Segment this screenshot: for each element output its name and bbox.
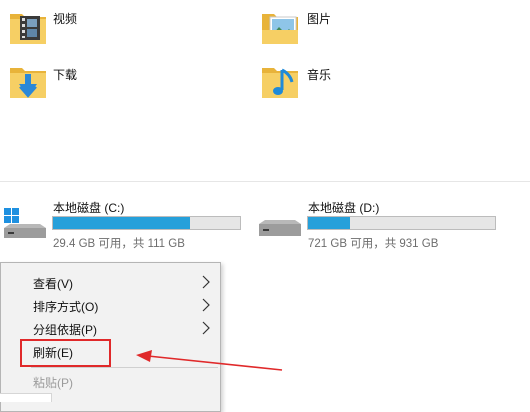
section-divider — [0, 181, 530, 182]
chevron-right-icon — [202, 298, 210, 312]
refresh-highlight-box — [20, 339, 111, 367]
drive-c-usage-fill — [53, 217, 191, 229]
context-menu: 查看(V) 排序方式(O) 分组依据(P) 刷新(E) 粘贴(P) — [0, 262, 221, 412]
windows-drive-icon — [4, 208, 46, 238]
drive-d-usage-fill — [308, 217, 351, 229]
drive-c[interactable]: 本地磁盘 (C:) 29.4 GB 可用，共 111 GB — [0, 194, 250, 250]
drive-d-usage-bar — [307, 216, 496, 230]
folder-pictures[interactable]: 图片 — [262, 6, 462, 50]
video-folder-icon — [10, 14, 46, 44]
chevron-right-icon — [202, 321, 210, 335]
pictures-folder-icon — [262, 14, 298, 44]
hard-drive-icon — [259, 220, 301, 236]
menu-item-view[interactable]: 查看(V) — [3, 271, 218, 293]
menu-item-sort[interactable]: 排序方式(O) — [3, 294, 218, 316]
folder-label-downloads: 下载 — [53, 68, 78, 82]
menu-item-group-by[interactable]: 分组依据(P) — [3, 317, 218, 339]
folder-video[interactable]: 视频 — [8, 6, 208, 50]
menu-item-view-label: 查看(V) — [33, 277, 73, 291]
annotation-arrow-icon — [136, 350, 283, 371]
drive-d-space: 721 GB 可用，共 931 GB — [308, 238, 439, 250]
music-folder-icon — [262, 68, 298, 98]
drive-c-name: 本地磁盘 (C:) — [53, 201, 125, 215]
folder-music[interactable]: 音乐 — [262, 60, 462, 104]
drive-d[interactable]: 本地磁盘 (D:) 721 GB 可用，共 931 GB — [255, 194, 505, 250]
drive-d-name: 本地磁盘 (D:) — [308, 201, 380, 215]
status-strip — [0, 393, 52, 402]
folder-label-video: 视频 — [53, 12, 78, 26]
menu-item-sort-label: 排序方式(O) — [33, 300, 99, 314]
downloads-folder-icon — [10, 68, 46, 98]
folder-label-music: 音乐 — [307, 68, 332, 82]
chevron-right-icon — [202, 275, 210, 289]
folder-label-pictures: 图片 — [307, 12, 332, 26]
drive-c-usage-bar — [52, 216, 241, 230]
menu-item-paste-label: 粘贴(P) — [33, 376, 73, 390]
drive-c-space: 29.4 GB 可用，共 111 GB — [53, 238, 185, 250]
folder-downloads[interactable]: 下载 — [8, 60, 208, 104]
menu-item-group-by-label: 分组依据(P) — [33, 323, 97, 337]
